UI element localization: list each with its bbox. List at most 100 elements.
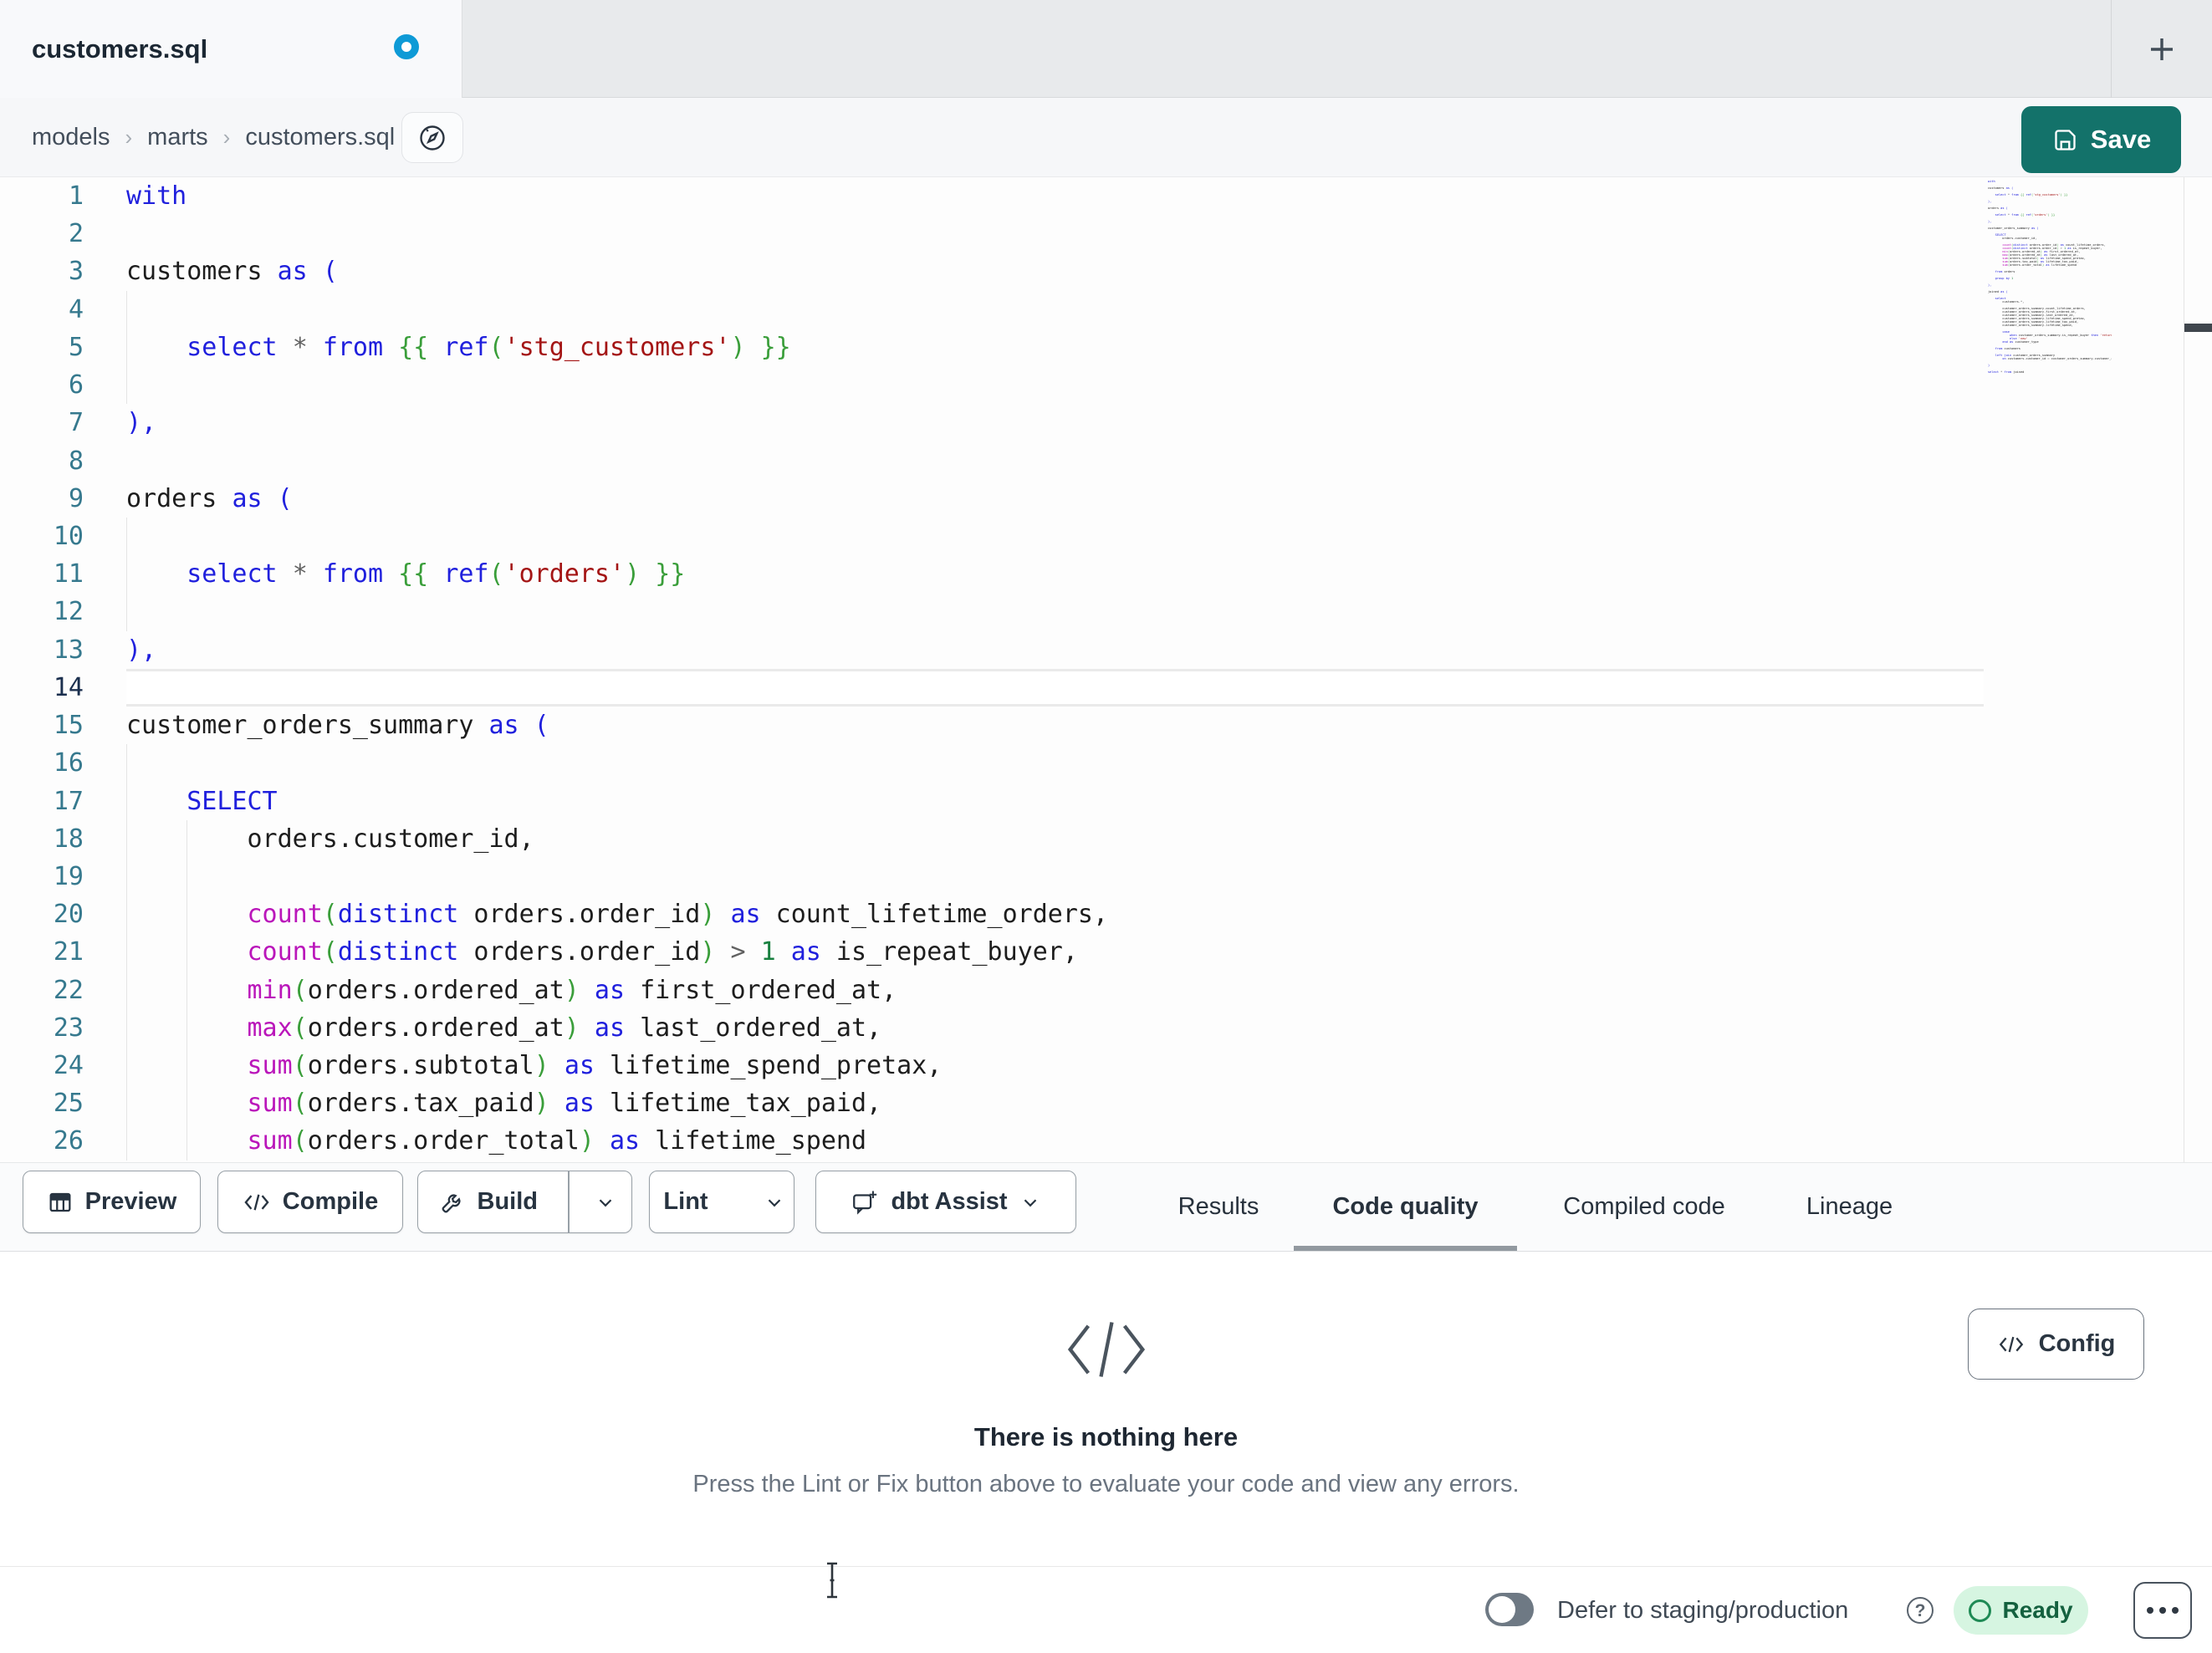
- build-split-button: Build: [417, 1171, 632, 1233]
- code-line-6[interactable]: 6: [0, 366, 2212, 405]
- dbt-assist-button-label: dbt Assist: [891, 1188, 1008, 1215]
- breadcrumb-item-models[interactable]: models: [32, 124, 110, 151]
- code-line-1[interactable]: 1 with: [0, 177, 2212, 215]
- compile-button[interactable]: Compile: [217, 1171, 403, 1233]
- code-line-25[interactable]: 25 sum(orders.tax_paid) as lifetime_tax_…: [0, 1084, 2212, 1123]
- line-number: 17: [53, 786, 84, 816]
- line-number: 23: [53, 1013, 84, 1043]
- explore-lineage-button[interactable]: [401, 112, 463, 163]
- line-number: 2: [68, 219, 84, 249]
- active-tab-underline: [1294, 1246, 1517, 1251]
- code-line-15[interactable]: 15 customer_orders_summary as (: [0, 707, 2212, 744]
- code-line-26[interactable]: 26 sum(orders.order_total) as lifetime_s…: [0, 1122, 2212, 1161]
- status-bar: Defer to staging/production ? Ready: [0, 1566, 2212, 1653]
- defer-label: Defer to staging/production: [1557, 1597, 1849, 1624]
- line-number: 19: [53, 861, 84, 891]
- build-button[interactable]: Build: [421, 1171, 557, 1232]
- ready-circle-icon: [1969, 1599, 1992, 1622]
- line-number: 13: [53, 635, 84, 665]
- code-quality-panel: There is nothing here Press the Lint or …: [0, 1252, 2212, 1566]
- code-line-18[interactable]: 18 orders.customer_id,: [0, 819, 2212, 858]
- tab-bar: customers.sql: [0, 0, 2212, 98]
- preview-button[interactable]: Preview: [23, 1171, 201, 1233]
- line-number: 24: [53, 1051, 84, 1081]
- ready-badge-label: Ready: [2002, 1597, 2073, 1623]
- code-line-7[interactable]: 7),: [0, 404, 2212, 441]
- line-number: 3: [68, 257, 84, 287]
- line-number: 9: [68, 483, 84, 513]
- file-tab-customers-sql[interactable]: customers.sql: [0, 0, 462, 98]
- code-line-3[interactable]: 3 customers as (: [0, 253, 2212, 290]
- defer-toggle[interactable]: [1485, 1593, 1534, 1626]
- overview-ruler[interactable]: [2184, 177, 2212, 1162]
- config-button-label: Config: [2038, 1330, 2116, 1357]
- lint-button[interactable]: Lint: [645, 1171, 726, 1232]
- floppy-icon: [2055, 129, 2076, 151]
- minimap[interactable]: with customers as ( select * from {{ ref(…: [1988, 180, 2112, 380]
- line-number: 5: [68, 332, 84, 362]
- line-number: 25: [53, 1089, 84, 1119]
- code-line-5[interactable]: 5 select * from {{ ref('stg_customers') …: [0, 328, 2212, 367]
- code-line-23[interactable]: 23 max(orders.ordered_at) as last_ordere…: [0, 1008, 2212, 1048]
- build-button-label: Build: [477, 1188, 539, 1215]
- code-line-14[interactable]: 14: [0, 668, 2212, 707]
- assist-sparkle-chat-icon: [853, 1191, 877, 1215]
- scroll-position-marker[interactable]: [2184, 324, 2212, 332]
- code-line-4[interactable]: 4: [0, 290, 2212, 329]
- text-cursor-icon: [827, 1562, 837, 1599]
- preview-button-label: Preview: [84, 1188, 177, 1215]
- compass-icon: [420, 125, 445, 151]
- code-line-13[interactable]: 13),: [0, 631, 2212, 669]
- dbt-assist-button[interactable]: dbt Assist: [815, 1171, 1076, 1233]
- file-tab-title: customers.sql: [32, 34, 208, 64]
- ellipsis-icon: [2172, 1607, 2179, 1614]
- button-divider: [568, 1171, 570, 1232]
- line-number: 11: [53, 559, 84, 589]
- line-number: 21: [53, 937, 84, 967]
- code-line-19[interactable]: 19: [0, 857, 2212, 896]
- config-button[interactable]: Config: [1968, 1309, 2144, 1380]
- tab-results[interactable]: Results: [1172, 1163, 1264, 1251]
- line-number: 8: [68, 446, 84, 476]
- line-number: 20: [53, 900, 84, 930]
- line-number: 18: [53, 824, 84, 854]
- code-line-21[interactable]: 21 count(distinct orders.order_id) > 1 a…: [0, 933, 2212, 972]
- build-dropdown-button[interactable]: [581, 1171, 630, 1232]
- code-line-20[interactable]: 20 count(distinct orders.order_id) as co…: [0, 895, 2212, 934]
- line-number: 12: [53, 597, 84, 627]
- tab-compiled-code[interactable]: Compiled code: [1552, 1163, 1736, 1251]
- ellipsis-icon: [2147, 1607, 2153, 1614]
- chevron-down-icon: [768, 1199, 780, 1207]
- code-line-8[interactable]: 8: [0, 442, 2212, 480]
- line-number: 1: [68, 181, 84, 211]
- code-line-10[interactable]: 10: [0, 517, 2212, 556]
- code-line-12[interactable]: 12: [0, 593, 2212, 631]
- code-line-17[interactable]: 17 SELECT: [0, 782, 2212, 820]
- lint-dropdown-button[interactable]: [750, 1171, 799, 1232]
- code-line-11[interactable]: 11 select * from {{ ref('orders') }}: [0, 555, 2212, 594]
- code-line-22[interactable]: 22 min(orders.ordered_at) as first_order…: [0, 971, 2212, 1009]
- line-number: 15: [53, 711, 84, 741]
- breadcrumb-separator: ›: [125, 125, 133, 150]
- code-line-24[interactable]: 24 sum(orders.subtotal) as lifetime_spen…: [0, 1047, 2212, 1085]
- code-line-16[interactable]: 16: [0, 744, 2212, 783]
- code-line-2[interactable]: 2: [0, 215, 2212, 253]
- tab-lineage[interactable]: Lineage: [1801, 1163, 1898, 1251]
- help-icon[interactable]: ?: [1907, 1597, 1934, 1624]
- tab-code-quality[interactable]: Code quality: [1328, 1163, 1483, 1251]
- breadcrumb-item-file[interactable]: customers.sql: [245, 124, 395, 151]
- lint-split-button: Lint: [649, 1171, 794, 1233]
- more-options-button[interactable]: [2133, 1582, 2192, 1639]
- breadcrumb-item-marts[interactable]: marts: [147, 124, 208, 151]
- breadcrumb: models › marts › customers.sql: [32, 98, 395, 177]
- line-number: 16: [53, 748, 84, 778]
- save-button[interactable]: Save: [2021, 106, 2181, 173]
- dbt-ide-window: { "window": { "tab_title": "customers.sq…: [0, 0, 2212, 1653]
- code-editor[interactable]: 1 with 2 3 customers as (4 5 select * from {{…: [0, 177, 2212, 1162]
- code-brackets-icon: [1067, 1322, 1146, 1377]
- save-button-label: Save: [2090, 125, 2152, 154]
- new-tab-button[interactable]: [2112, 0, 2212, 98]
- code-line-9[interactable]: 9 orders as (: [0, 480, 2212, 518]
- toggle-knob: [1489, 1596, 1515, 1623]
- breadcrumb-bar: models › marts › customers.sql Save: [0, 98, 2212, 177]
